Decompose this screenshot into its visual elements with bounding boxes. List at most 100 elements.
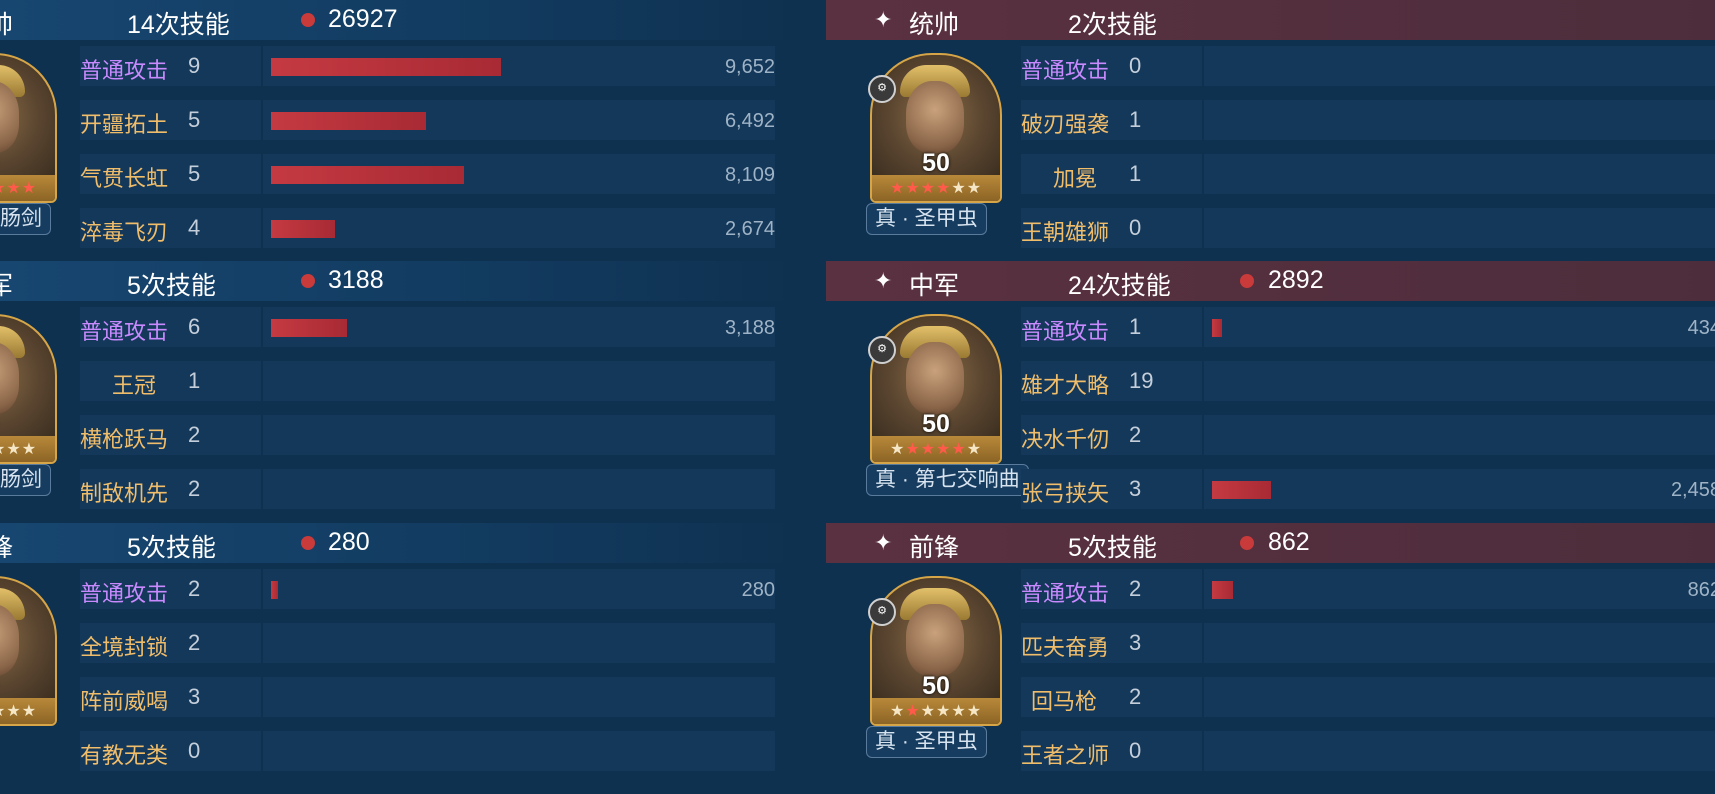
equipment-label[interactable]: 真 · 圣甲虫 — [866, 203, 987, 235]
bar-divider — [261, 731, 263, 771]
skill-row[interactable]: 王者之师 0 — [1021, 728, 1715, 774]
hero-portrait[interactable]: 0★★★★★★ — [0, 314, 57, 464]
hero-level: 0 — [0, 672, 55, 701]
skill-row[interactable]: 全境封锁 2 — [80, 620, 775, 666]
skill-name: 全境封锁 — [80, 635, 169, 660]
skill-row[interactable]: 普通攻击 1 434 — [1021, 304, 1715, 350]
star-icon: ★ — [966, 703, 983, 720]
team-section: ✦ 统帅 2次技能 50 ★ ★ ★ ★ ★ ★ ⚙ 真 · 圣甲虫 普通攻击 0 破刃强袭 1 加冕 1 王朝雄狮… — [826, 0, 1715, 261]
total-damage-value: 2892 — [1268, 266, 1324, 294]
star-icon: ★ — [889, 441, 906, 458]
skill-row[interactable]: 淬毒飞刃 4 2,674 — [80, 205, 775, 251]
skill-row[interactable]: 开疆拓土 5 6,492 — [80, 97, 775, 143]
skill-row[interactable]: 雄才大略 19 — [1021, 358, 1715, 404]
skill-damage-value: 862 — [1687, 579, 1715, 601]
star-icon: ★ — [966, 180, 983, 197]
skill-use-count: 6 — [188, 314, 201, 339]
star-rating: ★★★★★★ — [872, 698, 1000, 724]
total-damage-value: 26927 — [328, 5, 398, 33]
hero-portrait-card[interactable]: 50 ★ ★ ★ ★ ★ ★ ⚙ — [868, 576, 1002, 726]
skill-row[interactable]: 加冕 1 — [1021, 151, 1715, 197]
skill-damage-value: 2,458 — [1670, 479, 1715, 501]
panel-divider — [795, 0, 826, 794]
equipment-label[interactable]: 鱼肠剑 — [0, 203, 51, 235]
star-rating: ★★★★★★ — [872, 436, 1000, 462]
hero-portrait-card[interactable]: 0★★★★★★ — [0, 53, 57, 203]
skill-row-background — [1021, 569, 1715, 609]
team-section: ✦前锋5次技能86250★★★★★★⚙真 · 圣甲虫普通攻击2862匹夫奋勇3回… — [826, 523, 1715, 784]
star-icon: ★ — [920, 703, 936, 720]
skill-row[interactable]: 普通攻击 0 — [1021, 43, 1715, 89]
hero-portrait[interactable]: 50 ★ ★ ★ ★ ★ ★ — [870, 576, 1002, 726]
skill-row[interactable]: 决水千仞 2 — [1021, 412, 1715, 458]
right-team-panel: ✦ 统帅 2次技能 50 ★ ★ ★ ★ ★ ★ ⚙ 真 · 圣甲虫 普通攻击 0 破刃强袭 1 加冕 1 王朝雄狮… — [826, 0, 1715, 794]
skill-use-count: 1 — [1129, 161, 1142, 186]
equipment-label[interactable]: 鱼肠剑 — [0, 464, 51, 496]
damage-bar — [271, 220, 335, 238]
bar-divider — [1202, 100, 1204, 140]
skill-name: 普通攻击 — [1021, 58, 1110, 83]
skill-name: 王者之师 — [1021, 743, 1110, 768]
sparkle-icon: ✦ — [874, 268, 893, 293]
hero-portrait-card[interactable]: 0★★★★★★ — [0, 576, 57, 726]
skill-name: 匹夫奋勇 — [1021, 635, 1110, 660]
hero-portrait[interactable]: 0★★★★★★ — [0, 53, 57, 203]
star-icon: ★ — [936, 441, 952, 458]
bar-divider — [261, 307, 263, 347]
bar-divider — [261, 361, 263, 401]
skill-count-label: 5次技能 — [127, 272, 216, 300]
skill-use-count: 1 — [1129, 107, 1142, 132]
skill-row-background — [1021, 415, 1715, 455]
star-icon: ★ — [905, 180, 921, 197]
hero-portrait-card[interactable]: 0★★★★★★ — [0, 314, 57, 464]
damage-bar — [271, 319, 347, 337]
skill-row[interactable]: 普通攻击 6 3,188 — [80, 304, 775, 350]
skill-row-background — [1021, 307, 1715, 347]
skill-name: 普通攻击 — [1021, 319, 1110, 344]
skill-row[interactable]: 普通攻击 2 280 — [80, 566, 775, 612]
damage-bar — [1212, 481, 1271, 499]
bar-divider — [261, 569, 263, 609]
skill-row[interactable]: 普通攻击 2 862 — [1021, 566, 1715, 612]
skill-row-background — [1021, 623, 1715, 663]
hero-portrait[interactable]: 0★★★★★★ — [0, 576, 57, 726]
skill-damage-value: 8,109 — [724, 164, 775, 186]
skill-row-background — [80, 677, 775, 717]
star-rating: ★★★★★★ — [872, 175, 1000, 201]
hero-portrait-card[interactable]: 50 ★ ★ ★ ★ ★ ★ ⚙ — [868, 53, 1002, 203]
skill-row[interactable]: 王冠 1 — [80, 358, 775, 404]
star-icon: ★ — [951, 180, 967, 197]
skill-row-background — [80, 469, 775, 509]
skill-row[interactable]: 气贯长虹 5 8,109 — [80, 151, 775, 197]
hero-portrait[interactable]: 50 ★ ★ ★ ★ ★ ★ — [870, 314, 1002, 464]
hero-portrait-card[interactable]: 50 ★ ★ ★ ★ ★ ★ ⚙ — [868, 314, 1002, 464]
equipment-label[interactable]: 真 · 圣甲虫 — [866, 726, 987, 758]
skill-name: 雄才大略 — [1021, 373, 1110, 398]
hero-portrait[interactable]: 50 ★ ★ ★ ★ ★ ★ — [870, 53, 1002, 203]
skill-use-count: 2 — [188, 476, 201, 501]
skill-row[interactable]: 匹夫奋勇 3 — [1021, 620, 1715, 666]
skill-row[interactable]: 王朝雄狮 0 — [1021, 205, 1715, 251]
star-icon: ★ — [6, 703, 22, 720]
bar-divider — [1202, 307, 1204, 347]
skill-name: 回马枪 — [1031, 689, 1098, 714]
bar-divider — [261, 100, 263, 140]
star-icon: ★ — [951, 441, 967, 458]
skill-row[interactable]: 张弓挟矢 3 2,458 — [1021, 466, 1715, 512]
skill-row[interactable]: 普通攻击 9 9,652 — [80, 43, 775, 89]
skill-row[interactable]: 有教无类 0 — [80, 728, 775, 774]
skill-name: 破刃强袭 — [1021, 112, 1110, 137]
skill-row[interactable]: 回马枪 2 — [1021, 674, 1715, 720]
skill-row[interactable]: 制敌机先 2 — [80, 466, 775, 512]
skill-row[interactable]: 破刃强袭 1 — [1021, 97, 1715, 143]
damage-dot-icon — [1240, 536, 1254, 550]
skill-name: 气贯长虹 — [80, 166, 169, 191]
skill-use-count: 9 — [188, 53, 201, 78]
equipment-label[interactable]: 真 · 第七交响曲 — [866, 464, 1029, 496]
skill-row-background — [80, 100, 775, 140]
section-header: ✦ 前锋 5次技能 862 — [826, 523, 1715, 563]
skill-row[interactable]: 横枪跃马 2 — [80, 412, 775, 458]
sparkle-icon: ✦ — [874, 7, 893, 32]
damage-bar — [1212, 581, 1233, 599]
skill-row[interactable]: 阵前威喝 3 — [80, 674, 775, 720]
